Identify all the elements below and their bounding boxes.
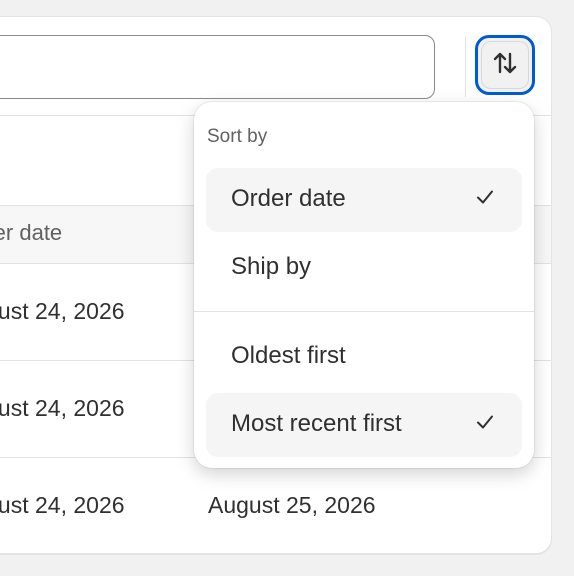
sort-arrows-icon bbox=[490, 48, 520, 83]
option-label: Order date bbox=[231, 185, 346, 212]
search-input[interactable] bbox=[0, 35, 435, 99]
table-cell-ship-by: August 25, 2026 bbox=[208, 492, 376, 518]
option-label: Ship by bbox=[231, 253, 312, 280]
table-cell-order-date: August 24, 2026 bbox=[0, 492, 125, 518]
sort-option-most-recent-first[interactable]: Most recent first bbox=[206, 393, 522, 457]
sort-option-oldest-first[interactable]: Oldest first bbox=[206, 325, 522, 389]
toolbar-divider bbox=[465, 37, 466, 97]
sort-popover: Sort by Order date Ship by Oldest first … bbox=[194, 102, 534, 468]
option-label: Oldest first bbox=[231, 342, 346, 369]
sort-by-heading: Sort by bbox=[207, 126, 268, 147]
sort-button[interactable] bbox=[475, 35, 535, 95]
sort-option-order-date[interactable]: Order date bbox=[206, 168, 522, 232]
menu-divider bbox=[194, 311, 534, 312]
column-header-order-date[interactable]: Order date bbox=[0, 220, 62, 246]
option-label: Most recent first bbox=[231, 410, 402, 437]
table-cell-order-date: August 24, 2026 bbox=[0, 298, 125, 324]
checkmark-icon bbox=[476, 188, 494, 211]
sort-option-ship-by[interactable]: Ship by bbox=[206, 236, 522, 300]
checkmark-icon bbox=[476, 413, 494, 436]
table-cell-order-date: August 24, 2026 bbox=[0, 395, 125, 421]
